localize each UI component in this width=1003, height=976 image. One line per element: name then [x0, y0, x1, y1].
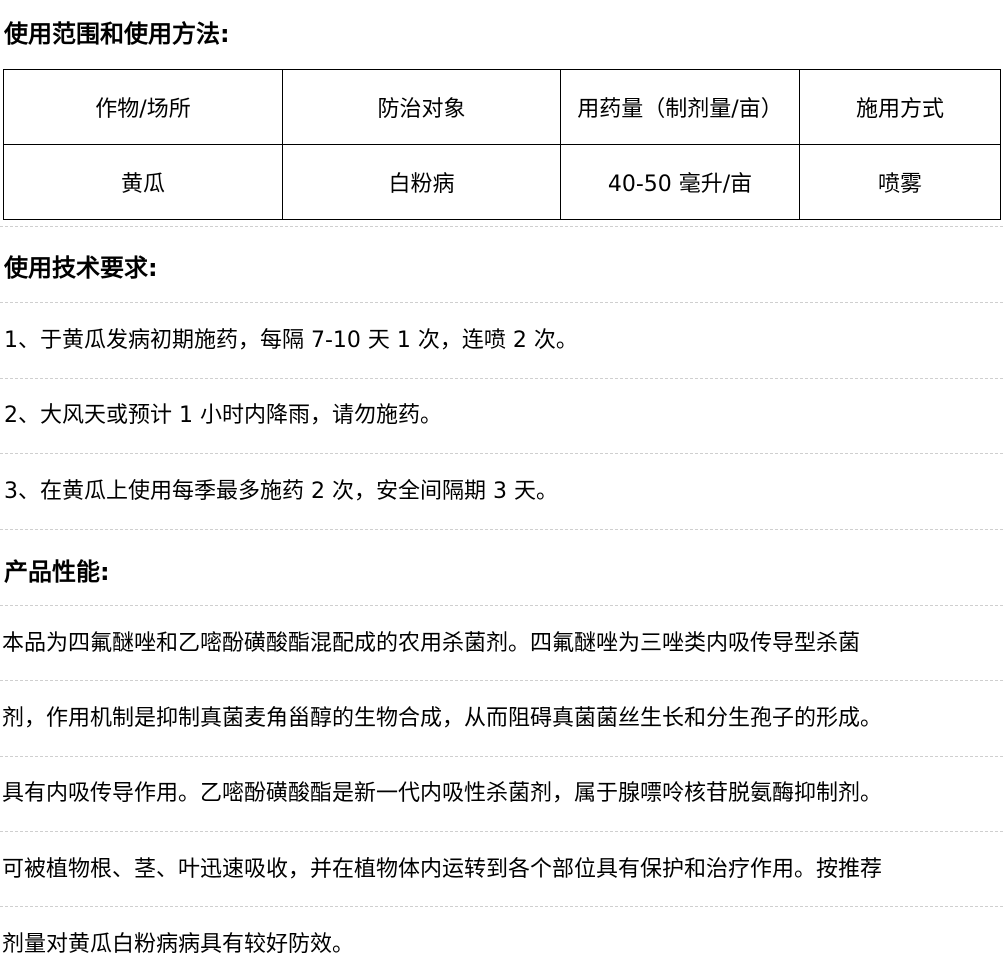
header-target: 防治对象 [282, 69, 561, 145]
perf-line-1: 本品为四氟醚唑和乙嘧酚磺酸酯混配成的农用杀菌剂。四氟醚唑为三唑类内吸传导型杀菌 [2, 631, 861, 656]
header-method: 施用方式 [799, 69, 1001, 145]
tech-heading: 使用技术要求: [4, 254, 158, 282]
perf-line-2: 剂，作用机制是抑制真菌麦角甾醇的生物合成，从而阻碍真菌菌丝生长和分生孢子的形成。 [2, 706, 883, 731]
tech-item-1: 1、于黄瓜发病初期施药，每隔 7-10 天 1 次，连喷 2 次。 [4, 328, 578, 353]
section-divider [0, 529, 1003, 530]
usage-heading: 使用范围和使用方法: [4, 20, 230, 48]
line-divider [0, 378, 1003, 379]
perf-line-3: 具有内吸传导作用。乙嘧酚磺酸酯是新一代内吸性杀菌剂，属于腺嘌呤核苷脱氨酶抑制剂。 [2, 781, 883, 806]
header-dosage: 用药量（制剂量/亩） [560, 69, 800, 145]
line-divider [0, 302, 1003, 303]
line-divider [0, 680, 1003, 681]
cell-target: 白粉病 [282, 144, 561, 220]
tech-item-3: 3、在黄瓜上使用每季最多施药 2 次，安全间隔期 3 天。 [4, 479, 558, 504]
usage-table-header-row: 作物/场所 防治对象 用药量（制剂量/亩） 施用方式 [3, 69, 1001, 145]
perf-line-5: 剂量对黄瓜白粉病病具有较好防效。 [2, 932, 355, 957]
usage-table: 作物/场所 防治对象 用药量（制剂量/亩） 施用方式 黄瓜 白粉病 40-50 … [3, 69, 1001, 220]
usage-table-row: 黄瓜 白粉病 40-50 毫升/亩 喷雾 [3, 144, 1001, 220]
cell-dosage: 40-50 毫升/亩 [560, 144, 800, 220]
section-divider [0, 226, 1003, 227]
cell-crop: 黄瓜 [3, 144, 283, 220]
perf-line-4: 可被植物根、茎、叶迅速吸收，并在植物体内运转到各个部位具有保护和治疗作用。按推荐 [2, 857, 883, 882]
tech-item-2: 2、大风天或预计 1 小时内降雨，请勿施药。 [4, 403, 442, 428]
perf-heading: 产品性能: [4, 558, 110, 586]
line-divider [0, 831, 1003, 832]
line-divider [0, 906, 1003, 907]
cell-method: 喷雾 [799, 144, 1001, 220]
header-crop: 作物/场所 [3, 69, 283, 145]
line-divider [0, 756, 1003, 757]
line-divider [0, 453, 1003, 454]
line-divider [0, 605, 1003, 606]
